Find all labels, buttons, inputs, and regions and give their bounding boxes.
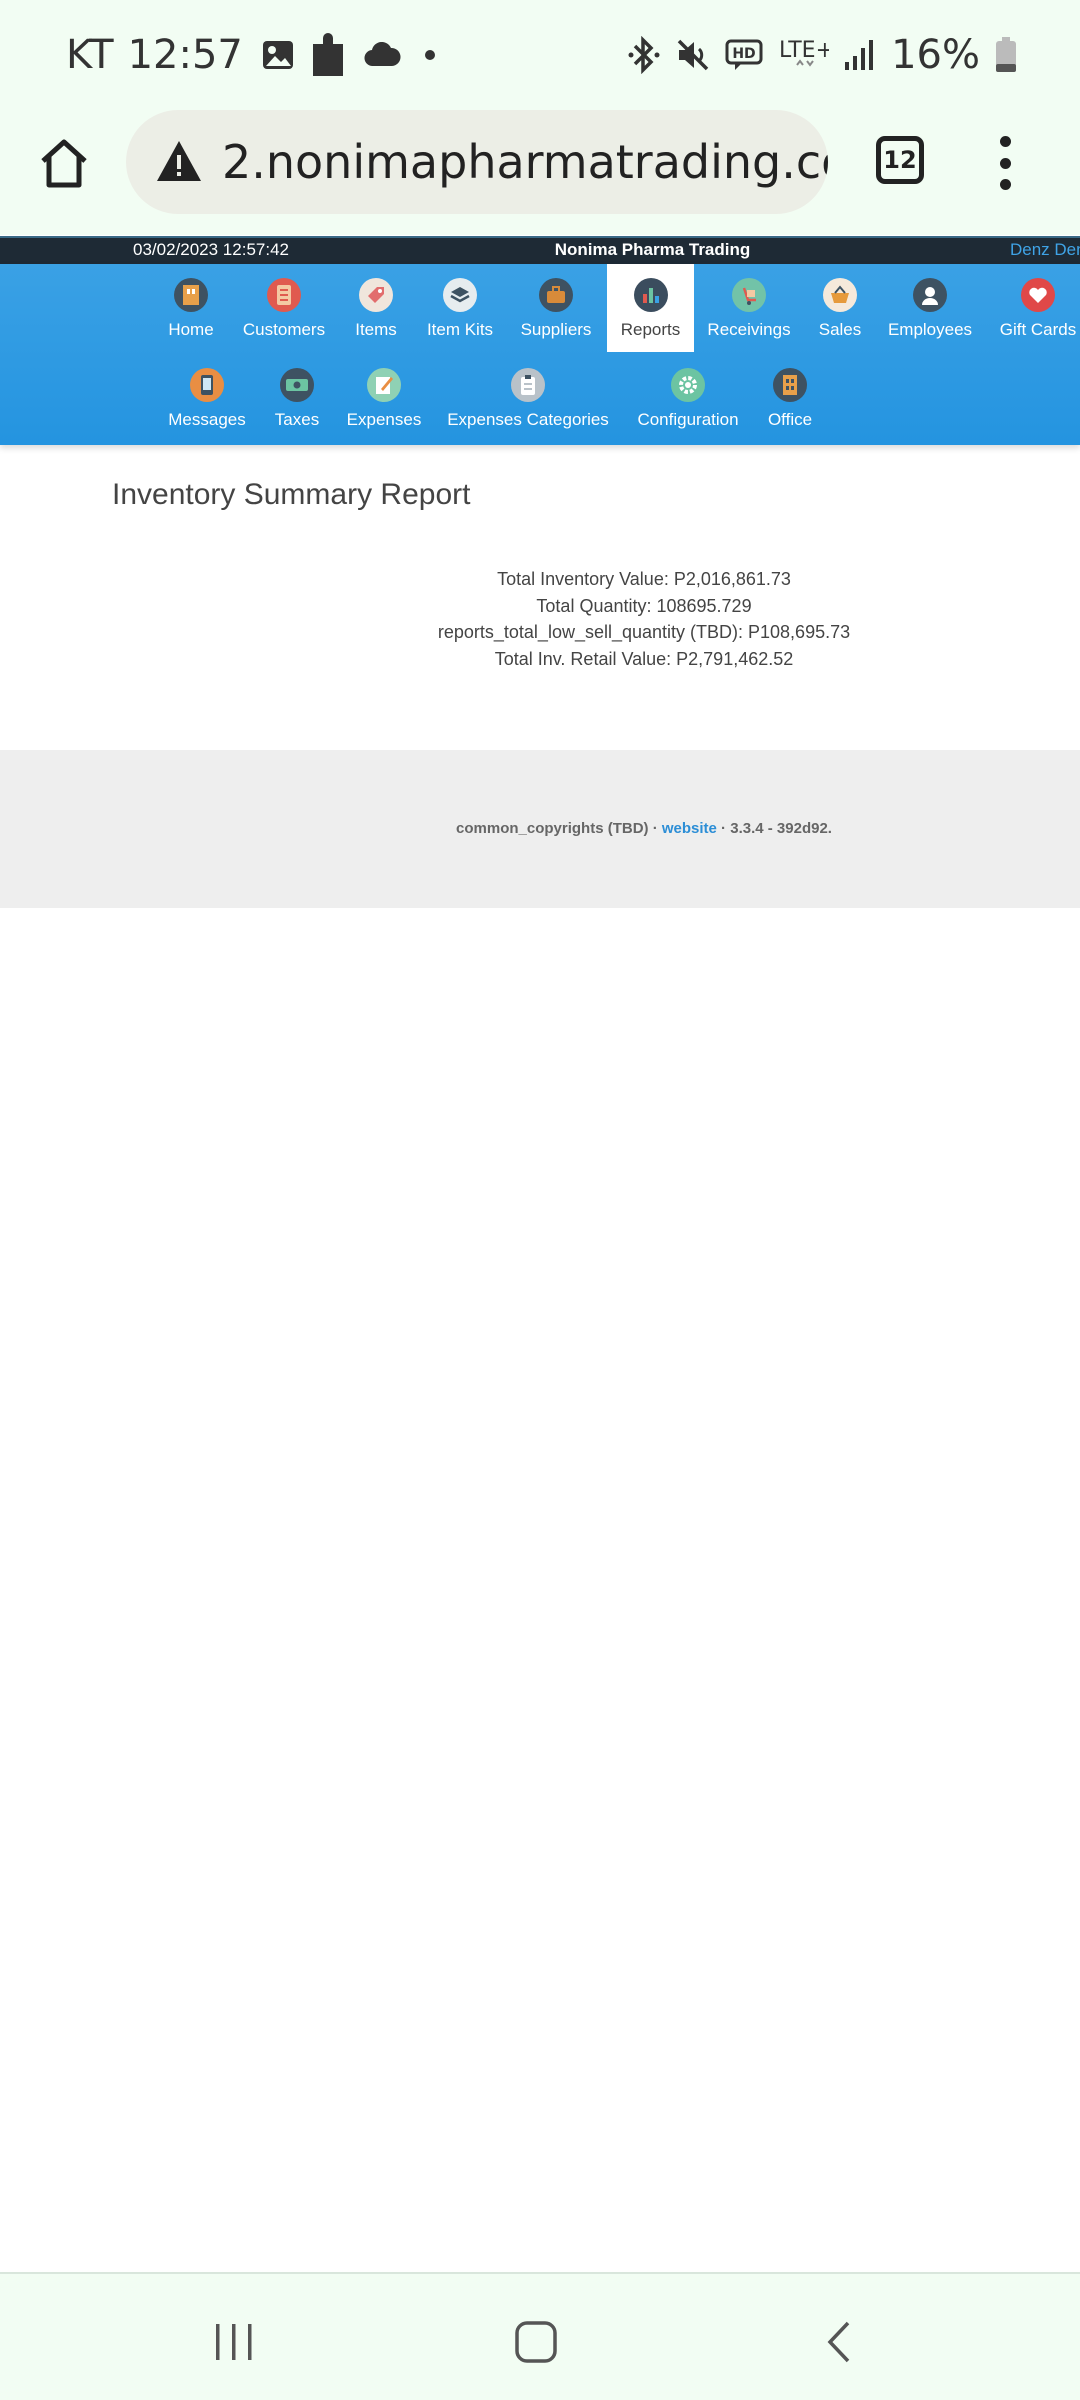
summary-total-low-sell-quantity: reports_total_low_sell_quantity (TBD): P… — [437, 622, 851, 642]
warning-icon[interactable] — [154, 137, 204, 187]
browser-toolbar: 2.nonimapharmatrading.com 12 — [0, 110, 1080, 235]
tab-switcher-button[interactable]: 12 — [876, 136, 924, 184]
menu-dot-icon — [999, 157, 1011, 169]
notification-dot-icon — [415, 48, 445, 62]
summary-total-quantity: Total Quantity: 108695.729 — [536, 595, 752, 616]
recent-apps-button[interactable] — [204, 2312, 264, 2372]
copyright-text: common_copyrights (TBD) · — [456, 820, 662, 837]
home-square-icon — [515, 2321, 557, 2363]
office-icon — [773, 368, 807, 402]
taxes-icon — [280, 368, 314, 402]
reports-icon — [633, 278, 668, 312]
gallery-icon — [261, 38, 295, 72]
carrier-label: KT — [66, 32, 114, 78]
expenses-categories-icon — [511, 368, 545, 402]
nav-item-suppliers[interactable]: Suppliers — [514, 264, 598, 352]
menu-dot-icon — [999, 136, 1011, 147]
recent-apps-icon — [216, 2324, 252, 2360]
user-menu-link[interactable]: Denz Den — [1010, 240, 1080, 260]
version-text: · 3.3.4 - 392d92. — [716, 820, 832, 837]
status-time: 12:57 — [127, 32, 243, 78]
gift-cards-icon — [1021, 278, 1055, 312]
expenses-icon — [367, 368, 401, 402]
menu-dot-icon — [999, 179, 1011, 190]
sales-icon — [823, 278, 857, 312]
summary-total-inventory-value: Total Inventory Value: P2,016,861.73 — [497, 569, 791, 589]
items-icon — [359, 278, 393, 312]
item-kits-icon — [443, 278, 477, 312]
nav-item-customers[interactable]: Customers — [234, 264, 334, 352]
customers-icon — [267, 278, 301, 312]
status-bar: KT 12:57 HD LTE+ 16% — [0, 0, 1080, 110]
url-text[interactable]: 2.nonimapharmatrading.com — [222, 135, 828, 189]
hd-voice-icon: HD — [725, 38, 763, 72]
report-summary: Total Inventory Value: P2,016,861.73 Tot… — [300, 566, 988, 672]
footer-text: common_copyrights (TBD) · website · 3.3.… — [0, 820, 1080, 837]
page-title: Inventory Summary Report — [112, 478, 471, 511]
module-nav: Home Customers Items Item Kits Suppliers… — [0, 264, 1080, 445]
company-name: Nonima Pharma Trading — [554, 240, 751, 259]
nav-item-taxes[interactable]: Taxes — [268, 354, 326, 442]
nav-item-receivings[interactable]: Receivings — [706, 264, 792, 352]
employees-icon — [913, 278, 947, 312]
nav-item-sales[interactable]: Sales — [810, 264, 870, 352]
nav-item-items[interactable]: Items — [346, 264, 406, 352]
browser-menu-button[interactable] — [990, 136, 1020, 190]
website-link[interactable]: website — [662, 820, 717, 837]
lte-icon: LTE+ — [777, 35, 829, 75]
extension-icon — [309, 30, 349, 80]
address-bar[interactable]: 2.nonimapharmatrading.com — [126, 110, 828, 214]
configuration-icon — [671, 368, 705, 402]
system-home-button[interactable] — [506, 2312, 566, 2372]
browser-home-button[interactable] — [34, 134, 94, 194]
nav-item-home[interactable]: Home — [160, 264, 222, 352]
svg-text:LTE+: LTE+ — [779, 38, 829, 63]
back-chevron-icon — [827, 2321, 850, 2363]
battery-icon — [994, 36, 1018, 74]
nav-item-messages[interactable]: Messages — [164, 354, 250, 442]
nav-item-employees[interactable]: Employees — [882, 264, 978, 352]
battery-percent: 16% — [891, 32, 980, 78]
home-icon — [174, 278, 208, 312]
nav-item-item-kits[interactable]: Item Kits — [418, 264, 502, 352]
nav-item-expenses-categories[interactable]: Expenses Categories — [444, 354, 612, 442]
messages-icon — [190, 368, 224, 402]
home-outline-icon — [41, 139, 87, 188]
page-footer: common_copyrights (TBD) · website · 3.3.… — [0, 750, 1080, 908]
signal-icon — [843, 38, 877, 72]
svg-text:HD: HD — [732, 46, 755, 62]
app-top-bar: 03/02/2023 12:57:42 Nonima Pharma Tradin… — [0, 236, 1080, 264]
nav-item-expenses[interactable]: Expenses — [344, 354, 424, 442]
bluetooth-icon — [627, 36, 661, 74]
mute-icon — [675, 37, 711, 73]
nav-item-reports[interactable]: Reports — [607, 264, 694, 352]
system-nav-bar — [0, 2272, 1080, 2400]
nav-item-gift-cards[interactable]: Gift Cards — [992, 264, 1080, 352]
back-button[interactable] — [810, 2312, 870, 2372]
suppliers-icon — [539, 278, 573, 312]
nav-item-configuration[interactable]: Configuration — [632, 354, 744, 442]
summary-total-retail-value: Total Inv. Retail Value: P2,791,462.52 — [494, 648, 794, 669]
nav-item-office[interactable]: Office — [764, 354, 816, 442]
receivings-icon — [732, 278, 766, 312]
cloud-icon — [363, 42, 401, 68]
